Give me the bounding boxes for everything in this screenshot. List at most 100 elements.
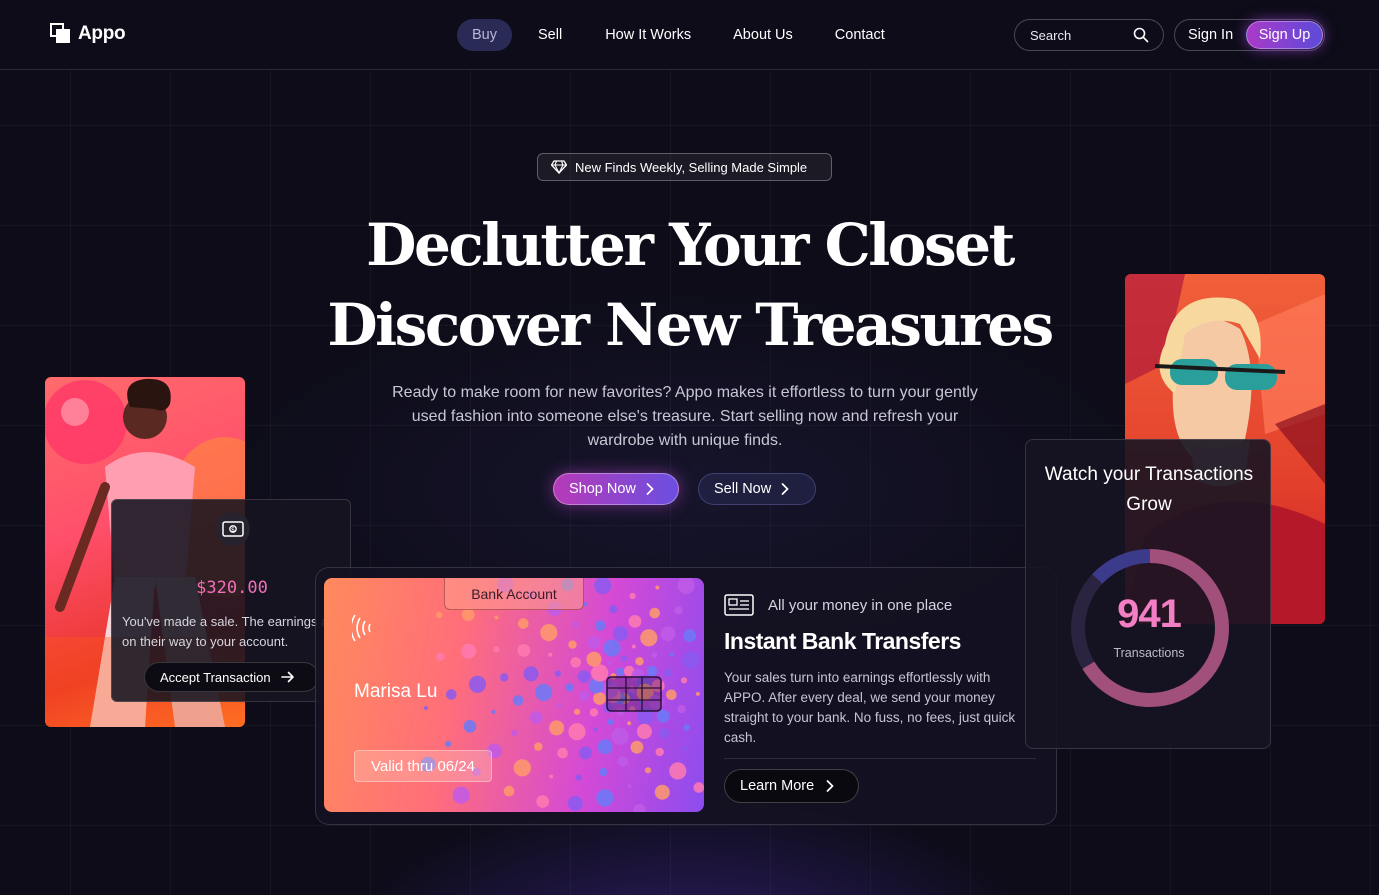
nav-link-how-it-works[interactable]: How It Works bbox=[592, 20, 704, 50]
nav-link-contact[interactable]: Contact bbox=[822, 20, 898, 50]
card-pattern-dot bbox=[517, 644, 531, 657]
card-pattern-dot bbox=[663, 668, 673, 677]
card-pattern-dot bbox=[513, 759, 531, 777]
transactions-label: Transactions bbox=[1113, 646, 1185, 660]
card-pattern-dot bbox=[529, 711, 543, 724]
card-pattern-dot bbox=[491, 709, 496, 714]
card-pattern-dot bbox=[695, 691, 700, 696]
card-pattern-dot bbox=[683, 629, 696, 642]
sell-now-button[interactable]: Sell Now bbox=[698, 473, 816, 505]
card-pattern-dot bbox=[669, 762, 687, 780]
card-pattern-dot bbox=[607, 660, 612, 665]
bank-description: Your sales turn into earnings effortless… bbox=[724, 670, 1016, 745]
sell-now-label: Sell Now bbox=[714, 481, 772, 497]
card-holder-name: Marisa Lu bbox=[354, 681, 438, 702]
hero-badge-text: New Finds Weekly, Selling Made Simple bbox=[575, 159, 808, 175]
card-pattern-dot bbox=[568, 640, 577, 649]
card-pattern-dot bbox=[572, 621, 579, 628]
sign-in-button[interactable]: Sign In bbox=[1175, 27, 1247, 43]
card-pattern-dot bbox=[628, 615, 642, 628]
chevron-right-icon bbox=[781, 483, 789, 495]
card-pattern-dot bbox=[683, 724, 690, 731]
card-pattern-dot bbox=[599, 767, 608, 777]
card-pattern-dot bbox=[424, 706, 428, 710]
chevron-right-icon bbox=[826, 780, 834, 792]
card-pattern-dot bbox=[579, 690, 590, 702]
card-pattern-dot bbox=[511, 729, 518, 736]
contactless-icon bbox=[352, 612, 384, 644]
card-pattern-dot bbox=[629, 592, 636, 600]
card-pattern-dot bbox=[674, 606, 683, 615]
card-pattern-dot bbox=[683, 746, 688, 751]
auth-group: Sign In Sign Up bbox=[1174, 19, 1325, 51]
card-pattern-dot bbox=[607, 719, 614, 726]
card-pattern-dot bbox=[603, 639, 621, 657]
nav-link-buy[interactable]: Buy bbox=[457, 19, 512, 51]
card-pattern-dot bbox=[570, 657, 581, 668]
logo-text: Appo bbox=[78, 23, 126, 44]
hero-title-line1: Declutter Your Closet bbox=[366, 211, 1015, 279]
card-pattern-dot bbox=[635, 657, 644, 666]
card-pattern-dot bbox=[636, 723, 652, 739]
shop-now-button[interactable]: Shop Now bbox=[553, 473, 679, 505]
card-pattern-dot bbox=[693, 782, 704, 793]
card-pattern-dot bbox=[565, 683, 574, 692]
transactions-count: 941 bbox=[1117, 592, 1182, 636]
card-pattern-dot bbox=[493, 646, 500, 653]
accept-transaction-button[interactable]: Accept Transaction bbox=[144, 662, 319, 692]
nav-link-sell[interactable]: Sell bbox=[525, 20, 575, 50]
card-pattern-dot bbox=[518, 618, 529, 629]
card-pattern-dot bbox=[680, 677, 688, 684]
card-pattern-dot bbox=[436, 652, 445, 661]
card-pattern-dot bbox=[627, 721, 632, 726]
card-pattern-dot bbox=[589, 708, 599, 717]
card-pattern-dot bbox=[461, 608, 475, 621]
top-navigation: Appo Buy Sell How It Works About Us Cont… bbox=[0, 0, 1379, 70]
hero-title-line2: Discover New Treasures bbox=[327, 291, 1054, 359]
card-pattern-dot bbox=[593, 692, 606, 705]
shop-now-label: Shop Now bbox=[569, 481, 636, 497]
learn-more-label: Learn More bbox=[740, 778, 815, 794]
card-pattern-dot bbox=[644, 767, 652, 774]
card-pattern-dot bbox=[659, 728, 670, 739]
card-pattern-dot bbox=[627, 784, 632, 789]
nav-link-about-us[interactable]: About Us bbox=[720, 20, 806, 50]
hero-subtitle: Ready to make room for new favorites? Ap… bbox=[392, 384, 978, 449]
card-pattern-dot bbox=[666, 689, 677, 701]
card-pattern-dot bbox=[549, 720, 565, 736]
card-pattern-dot bbox=[595, 620, 606, 631]
card-pattern-dot bbox=[554, 670, 561, 677]
card-pattern-dot bbox=[534, 742, 543, 751]
card-pattern-dot bbox=[540, 624, 558, 642]
card-pattern-dot bbox=[452, 786, 470, 804]
card-pattern-dot bbox=[494, 615, 499, 620]
id-card-icon bbox=[724, 594, 754, 616]
bank-caption-text: All your money in one place bbox=[768, 596, 953, 614]
card-pattern-dot bbox=[633, 804, 646, 812]
card-pattern-dot bbox=[577, 670, 591, 683]
hero-badge: New Finds Weekly, Selling Made Simple bbox=[537, 153, 832, 181]
card-pattern-dot bbox=[586, 651, 602, 667]
card-pattern-dot bbox=[548, 652, 553, 657]
search-label: Search bbox=[1030, 27, 1072, 43]
search-input[interactable]: Search bbox=[1014, 19, 1164, 51]
card-pattern-dot bbox=[503, 785, 515, 797]
card-pattern-dot bbox=[677, 704, 686, 714]
transactions-card: Watch your Transactions Grow 941 Transac… bbox=[1025, 439, 1271, 749]
card-pattern-dot bbox=[646, 665, 658, 677]
card-pattern-dot bbox=[446, 689, 457, 700]
learn-more-button[interactable]: Learn More bbox=[724, 769, 859, 803]
card-pattern-dot bbox=[575, 774, 582, 781]
card-pattern-dot bbox=[536, 795, 550, 808]
card-pattern-dot bbox=[649, 607, 660, 619]
divider bbox=[724, 758, 1036, 759]
card-pattern-dot bbox=[579, 746, 592, 760]
sale-message: You've made a sale. The earnings are on … bbox=[122, 614, 340, 649]
sign-up-button[interactable]: Sign Up bbox=[1246, 21, 1323, 49]
card-pattern-dot bbox=[630, 740, 644, 754]
logo[interactable]: Appo bbox=[50, 23, 126, 45]
nav-links: Buy Sell How It Works About Us Contact bbox=[457, 19, 902, 51]
card-valid-date: Valid thru 06/24 bbox=[354, 750, 492, 782]
card-pattern-dot bbox=[463, 720, 477, 733]
card-pattern-dot bbox=[682, 651, 700, 669]
